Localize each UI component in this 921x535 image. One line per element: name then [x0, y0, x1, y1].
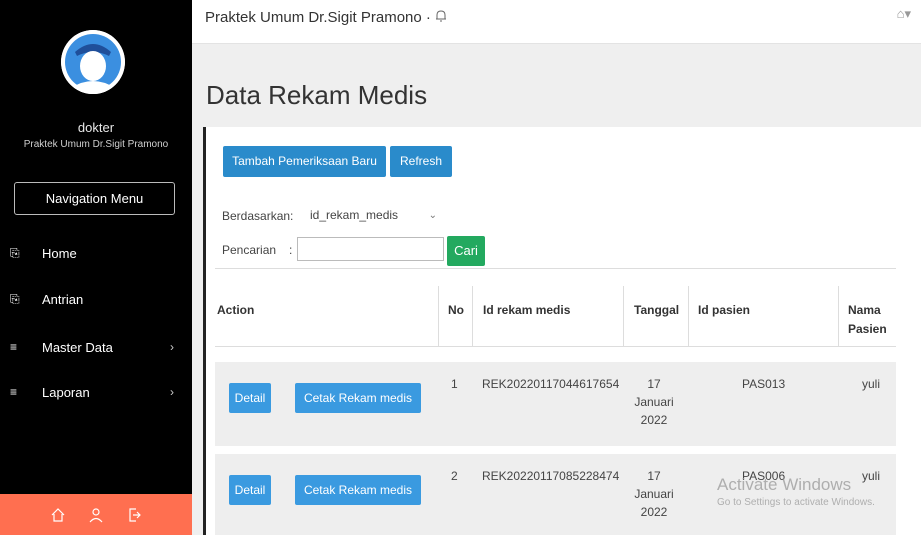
- home-icon[interactable]: [50, 507, 66, 523]
- sidebar-item-master-data[interactable]: ≡ Master Data ›: [0, 336, 192, 358]
- search-label-colon: :: [289, 243, 293, 257]
- filter-select-value: id_rekam_medis: [310, 208, 399, 222]
- cell-id-pasien: PAS013: [742, 377, 786, 391]
- column-header-id-rekam-medis: Id rekam medis: [483, 303, 571, 317]
- column-header-tanggal: Tanggal: [634, 303, 680, 317]
- app-title-text: Praktek Umum Dr.Sigit Pramono ·: [205, 9, 431, 26]
- avatar: [61, 30, 125, 94]
- doctor-avatar-icon: [61, 30, 125, 94]
- chevron-right-icon: ›: [170, 340, 174, 354]
- refresh-button[interactable]: Refresh: [390, 146, 452, 177]
- activate-windows-hint: Go to Settings to activate Windows.: [717, 497, 875, 508]
- cell-no: 1: [451, 377, 458, 391]
- column-header-no: No: [448, 303, 464, 317]
- cell-nama-pasien: yuli: [862, 377, 881, 391]
- cell-tanggal: 17 Januari 2022: [634, 469, 674, 519]
- sidebar: dokter Praktek Umum Dr.Sigit Pramono Nav…: [0, 0, 192, 535]
- search-label: Pencarian: [222, 243, 277, 257]
- file-icon: ⎘: [10, 291, 20, 306]
- logout-icon[interactable]: [126, 507, 142, 523]
- filter-select[interactable]: id_rekam_medis ⌄: [298, 203, 443, 227]
- menu-icon: ≡: [10, 385, 18, 399]
- sidebar-item-label: Antrian: [42, 291, 84, 307]
- column-divider: [688, 286, 689, 346]
- cell-no: 2: [451, 469, 458, 483]
- cell-tanggal: 17 Januari 2022: [634, 377, 674, 427]
- activate-windows-watermark: Activate Windows: [717, 475, 852, 494]
- table-header-border: [215, 346, 896, 347]
- divider: [215, 268, 896, 269]
- sidebar-item-label: Laporan: [42, 384, 90, 400]
- column-divider: [438, 286, 439, 346]
- search-button[interactable]: Cari: [447, 236, 485, 266]
- user-icon[interactable]: [88, 507, 104, 523]
- detail-button[interactable]: Detail: [229, 383, 271, 413]
- top-bar: Praktek Umum Dr.Sigit Pramono · ⌂▾: [192, 0, 921, 44]
- column-divider: [623, 286, 624, 346]
- column-header-id-pasien: Id pasien: [698, 303, 751, 317]
- column-divider: [838, 286, 839, 346]
- filter-label: Berdasarkan:: [222, 209, 294, 223]
- user-clinic: Praktek Umum Dr.Sigit Pramono: [23, 139, 169, 150]
- column-header-action: Action: [217, 303, 255, 317]
- sidebar-item-label: Home: [42, 245, 77, 261]
- detail-button[interactable]: Detail: [229, 475, 271, 505]
- bell-icon[interactable]: [435, 9, 447, 23]
- menu-icon: ≡: [10, 340, 18, 354]
- chevron-down-icon: ⌄: [428, 209, 437, 221]
- print-record-button[interactable]: Cetak Rekam medis: [295, 475, 421, 505]
- chevron-right-icon: ›: [170, 385, 174, 399]
- cell-nama-pasien: yuli: [862, 469, 881, 483]
- user-role: dokter: [77, 120, 115, 135]
- page-title: Data Rekam Medis: [206, 80, 428, 110]
- column-header-nama-pasien: Nama Pasien: [848, 303, 887, 336]
- add-examination-button[interactable]: Tambah Pemeriksaan Baru: [223, 146, 386, 177]
- cell-id-rekam-medis: REK20220117085228474: [482, 469, 620, 483]
- navigation-menu-button[interactable]: Navigation Menu: [14, 182, 175, 215]
- sidebar-item-label: Master Data: [42, 339, 113, 355]
- file-icon: ⎘: [10, 245, 20, 260]
- sidebar-footer: [0, 494, 192, 535]
- cell-id-rekam-medis: REK20220117044617654: [482, 377, 620, 391]
- search-input[interactable]: [297, 237, 444, 261]
- print-record-button[interactable]: Cetak Rekam medis: [295, 383, 421, 413]
- sidebar-item-laporan[interactable]: ≡ Laporan ›: [0, 381, 192, 403]
- user-menu-icon[interactable]: ⌂▾: [897, 6, 911, 22]
- column-divider: [472, 286, 473, 346]
- app-title: Praktek Umum Dr.Sigit Pramono ·: [205, 9, 447, 26]
- sidebar-item-antrian[interactable]: ⎘ Antrian: [0, 288, 192, 310]
- sidebar-item-home[interactable]: ⎘ Home: [0, 242, 192, 264]
